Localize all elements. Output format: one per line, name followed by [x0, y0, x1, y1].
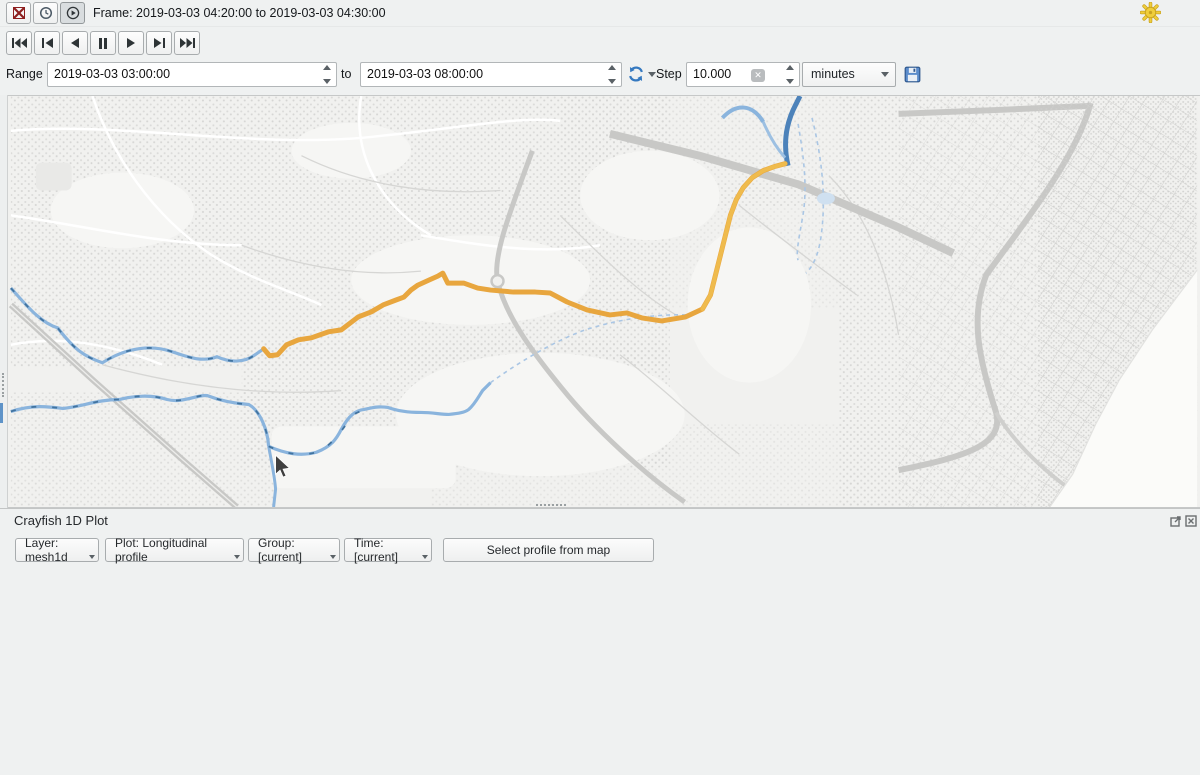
layer-menu-button[interactable]: Layer: mesh1d: [15, 538, 99, 562]
menu-arrow-icon: [89, 555, 95, 559]
step-spinner[interactable]: [783, 65, 797, 84]
clock-icon: [39, 6, 53, 20]
playback-toolbar: Loop: [0, 27, 1200, 58]
splitter-grip-horizontal[interactable]: [536, 504, 566, 506]
range-end-input[interactable]: 2019-03-03 08:00:00: [360, 62, 622, 87]
skip-to-end-icon: [180, 38, 195, 48]
range-start-spinner[interactable]: [320, 65, 334, 84]
no-time-icon: [12, 6, 26, 20]
skip-to-end-button[interactable]: [174, 31, 200, 55]
play-reverse-button[interactable]: [62, 31, 88, 55]
pause-button[interactable]: [90, 31, 116, 55]
step-label: Step: [656, 58, 682, 91]
panel-tab-marker: [0, 403, 3, 423]
gear-icon[interactable]: [1140, 2, 1161, 23]
frame-label: Frame: 2019-03-03 04:20:00 to 2019-03-03…: [93, 0, 386, 27]
crayfish-1d-plot-panel: Crayfish 1D Plot Layer: mesh1d Plot: Lon…: [0, 508, 1200, 775]
play-mode-button[interactable]: [60, 2, 85, 24]
range-start-input[interactable]: 2019-03-03 03:00:00: [47, 62, 337, 87]
refresh-icon: [627, 65, 645, 83]
plot-menu-button[interactable]: Plot: Longitudinal profile: [105, 538, 244, 562]
time-menu-button[interactable]: Time: [current]: [344, 538, 432, 562]
time-toolbar: Frame: 2019-03-03 04:20:00 to 2019-03-03…: [0, 0, 1200, 27]
step-input[interactable]: 10.000 ✕: [686, 62, 800, 87]
panel-title: Crayfish 1D Plot: [14, 513, 108, 528]
range-start-value: 2019-03-03 03:00:00: [54, 67, 170, 81]
no-time-button[interactable]: [6, 2, 31, 24]
range-end-spinner[interactable]: [605, 65, 619, 84]
menu-arrow-icon: [422, 555, 428, 559]
refresh-dropdown-arrow[interactable]: [648, 72, 656, 77]
select-profile-button[interactable]: Select profile from map: [443, 538, 654, 562]
range-toolbar: Range 2019-03-03 03:00:00 to 2019-03-03 …: [0, 58, 1200, 91]
step-forward-button[interactable]: [146, 31, 172, 55]
step-back-button[interactable]: [34, 31, 60, 55]
group-menu-button[interactable]: Group: [current]: [248, 538, 340, 562]
combo-dropdown-arrow: [881, 72, 889, 77]
step-unit-value: minutes: [811, 67, 855, 81]
step-unit-combobox[interactable]: minutes: [802, 62, 896, 87]
pause-icon: [98, 38, 108, 49]
save-range-button[interactable]: [904, 62, 921, 86]
play-button[interactable]: [118, 31, 144, 55]
step-value: 10.000: [693, 67, 731, 81]
time-settings-button[interactable]: [33, 2, 58, 24]
play-icon: [126, 38, 136, 48]
skip-to-start-button[interactable]: [6, 31, 32, 55]
clear-step-icon[interactable]: ✕: [751, 69, 765, 82]
map-canvas[interactable]: [8, 95, 1200, 508]
panel-edge-gutter: [0, 95, 8, 508]
float-panel-icon[interactable]: [1170, 515, 1182, 527]
to-label: to: [341, 58, 351, 91]
map-svg: [8, 96, 1200, 507]
play-circle-icon: [66, 6, 80, 20]
splitter-grip-vertical[interactable]: [2, 373, 4, 397]
skip-to-start-icon: [12, 38, 27, 48]
range-end-value: 2019-03-03 08:00:00: [367, 67, 483, 81]
refresh-button[interactable]: [627, 62, 656, 86]
menu-arrow-icon: [330, 555, 336, 559]
save-icon: [904, 66, 921, 83]
close-panel-icon[interactable]: [1185, 515, 1197, 527]
map-stadium-patch: [36, 163, 72, 191]
menu-arrow-icon: [234, 555, 240, 559]
play-reverse-icon: [70, 38, 80, 48]
range-label: Range: [6, 58, 43, 91]
step-back-icon: [42, 38, 53, 48]
step-forward-icon: [154, 38, 165, 48]
